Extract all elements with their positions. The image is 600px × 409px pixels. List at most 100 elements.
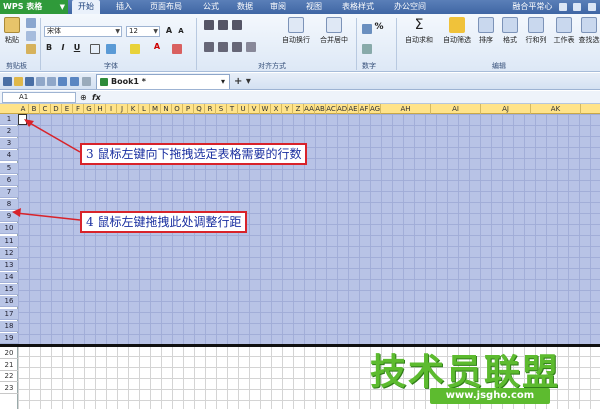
column-header-ad[interactable]: AD [337, 104, 348, 114]
document-tab[interactable]: Book1 * ▾ [96, 74, 230, 89]
column-header-l[interactable]: L [139, 104, 150, 114]
column-header-aj[interactable]: AJ [481, 104, 531, 114]
column-header-i[interactable]: I [106, 104, 117, 114]
name-box[interactable]: A1 [2, 92, 76, 103]
help-icon[interactable] [558, 2, 567, 11]
row-header-15[interactable]: 15 [0, 284, 18, 296]
column-header-ag[interactable]: AG [370, 104, 381, 114]
font-size-select[interactable]: 12 ▼ [126, 26, 160, 37]
column-header-m[interactable]: M [150, 104, 161, 114]
row-header-21[interactable]: 21 [0, 360, 18, 371]
font-name-select[interactable]: 宋体 ▼ [44, 26, 122, 37]
column-header-u[interactable]: U [238, 104, 249, 114]
format-button[interactable]: 格式 [500, 17, 520, 45]
column-header-ai[interactable]: AI [431, 104, 481, 114]
open-folder-icon[interactable] [14, 77, 23, 86]
redo-icon[interactable] [70, 77, 79, 86]
row-header-18[interactable]: 18 [0, 320, 18, 332]
row-header-13[interactable]: 13 [0, 259, 18, 271]
wps-app-menu-button[interactable]: WPS 表格 ▼ [0, 0, 68, 14]
align-left-icon[interactable] [204, 42, 214, 52]
font-color-button[interactable]: A [152, 42, 162, 51]
align-top-icon[interactable] [204, 20, 214, 30]
fill-color-icon[interactable] [106, 44, 116, 54]
column-header-q[interactable]: Q [194, 104, 205, 114]
column-header-x[interactable]: X [271, 104, 282, 114]
tab-table-style[interactable]: 表格样式 [342, 0, 374, 14]
decimal-icon[interactable] [362, 44, 372, 54]
fx-button[interactable]: fx [92, 91, 101, 104]
row-header-1[interactable]: 1 [0, 114, 18, 125]
customize-icon[interactable] [82, 77, 91, 86]
percent-button[interactable]: % [374, 22, 384, 32]
row-header-12[interactable]: 12 [0, 247, 18, 259]
row-header-22[interactable]: 22 [0, 371, 18, 382]
tab-formula[interactable]: 公式 [203, 0, 219, 14]
indent-icon[interactable] [246, 42, 256, 52]
format-painter-icon[interactable] [26, 44, 36, 54]
row-header-4[interactable]: 4 [0, 150, 18, 162]
align-center-icon[interactable] [218, 42, 228, 52]
save-icon[interactable] [25, 77, 34, 86]
row-header-7[interactable]: 7 [0, 186, 18, 198]
align-right-icon[interactable] [232, 42, 242, 52]
active-cell[interactable] [18, 114, 27, 125]
column-header-s[interactable]: S [216, 104, 227, 114]
copy-icon[interactable] [26, 31, 36, 41]
tab-review[interactable]: 审阅 [270, 0, 286, 14]
new-file-icon[interactable] [3, 77, 12, 86]
tab-data[interactable]: 数据 [237, 0, 253, 14]
column-header-d[interactable]: D [51, 104, 62, 114]
currency-icon[interactable] [362, 24, 372, 34]
grow-font-button[interactable]: A [164, 26, 174, 35]
border-icon[interactable] [90, 44, 100, 54]
column-header-r[interactable]: R [205, 104, 216, 114]
column-header-v[interactable]: V [249, 104, 260, 114]
row-header-16[interactable]: 16 [0, 296, 18, 308]
column-header-p[interactable]: P [183, 104, 194, 114]
tab-home[interactable]: 开始 [72, 0, 100, 14]
row-header-20[interactable]: 20 [0, 348, 18, 359]
row-header-11[interactable]: 11 [0, 235, 18, 247]
print-preview-icon[interactable] [47, 77, 56, 86]
row-col-button[interactable]: 行和列 [524, 17, 548, 45]
column-header-af[interactable]: AF [359, 104, 370, 114]
column-header-y[interactable]: Y [282, 104, 293, 114]
new-tab-button[interactable]: + ▾ [234, 76, 251, 87]
merge-center-button[interactable]: 合并居中 [316, 17, 352, 45]
column-header-b[interactable]: B [29, 104, 40, 114]
column-header-ah[interactable]: AH [381, 104, 431, 114]
clear-format-icon[interactable] [172, 44, 182, 54]
row-header-2[interactable]: 2 [0, 126, 18, 138]
column-header-k[interactable]: K [128, 104, 139, 114]
undo-icon[interactable] [58, 77, 67, 86]
tab-page-layout[interactable]: 页面布局 [150, 0, 182, 14]
column-header-ak[interactable]: AK [531, 104, 581, 114]
column-header-j[interactable]: J [117, 104, 128, 114]
highlight-icon[interactable] [130, 44, 140, 54]
column-header-f[interactable]: F [73, 104, 84, 114]
align-bottom-icon[interactable] [232, 20, 242, 30]
minimize-ribbon-icon[interactable] [573, 2, 582, 11]
column-header-aa[interactable]: AA [304, 104, 315, 114]
column-header-z[interactable]: Z [293, 104, 304, 114]
align-middle-icon[interactable] [218, 20, 228, 30]
column-header-t[interactable]: T [227, 104, 238, 114]
wrap-text-button[interactable]: 自动换行 [278, 17, 314, 45]
row-header-23[interactable]: 23 [0, 383, 18, 394]
paste-button[interactable]: 粘贴 [2, 17, 22, 45]
underline-button[interactable]: U [72, 43, 82, 52]
close-icon[interactable] [588, 2, 596, 11]
sort-button[interactable]: 排序 [476, 17, 496, 45]
search-icon[interactable]: ⊕ [80, 91, 87, 104]
autosum-button[interactable]: Σ 自动求和 [402, 17, 436, 45]
user-area[interactable]: 融合平常心 [512, 0, 596, 14]
column-header-ae[interactable]: AE [348, 104, 359, 114]
chevron-down-icon[interactable]: ▾ [221, 75, 225, 89]
column-header-a[interactable]: A [18, 104, 29, 114]
cut-icon[interactable] [26, 18, 36, 28]
row-header-9[interactable]: 9 [0, 211, 18, 223]
column-header-w[interactable]: W [260, 104, 271, 114]
tab-view[interactable]: 视图 [306, 0, 322, 14]
row-header-6[interactable]: 6 [0, 174, 18, 186]
